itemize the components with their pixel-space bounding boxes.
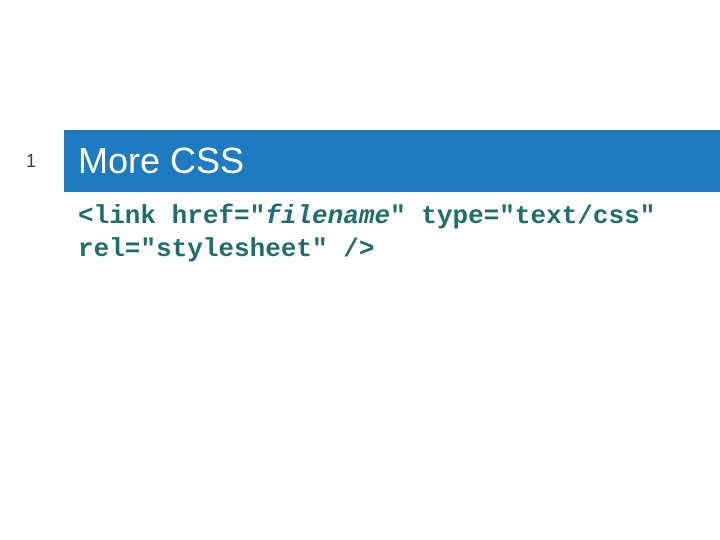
code-example: <link href="filename" type="text/css" re…: [78, 200, 680, 265]
page-number: 1: [0, 130, 62, 192]
slide-title: More CSS: [64, 130, 720, 192]
code-part-1: <link href=": [78, 201, 265, 231]
code-filename: filename: [265, 201, 390, 231]
header-band: 1 More CSS: [0, 130, 720, 192]
slide: 1 More CSS <link href="filename" type="t…: [0, 0, 720, 540]
